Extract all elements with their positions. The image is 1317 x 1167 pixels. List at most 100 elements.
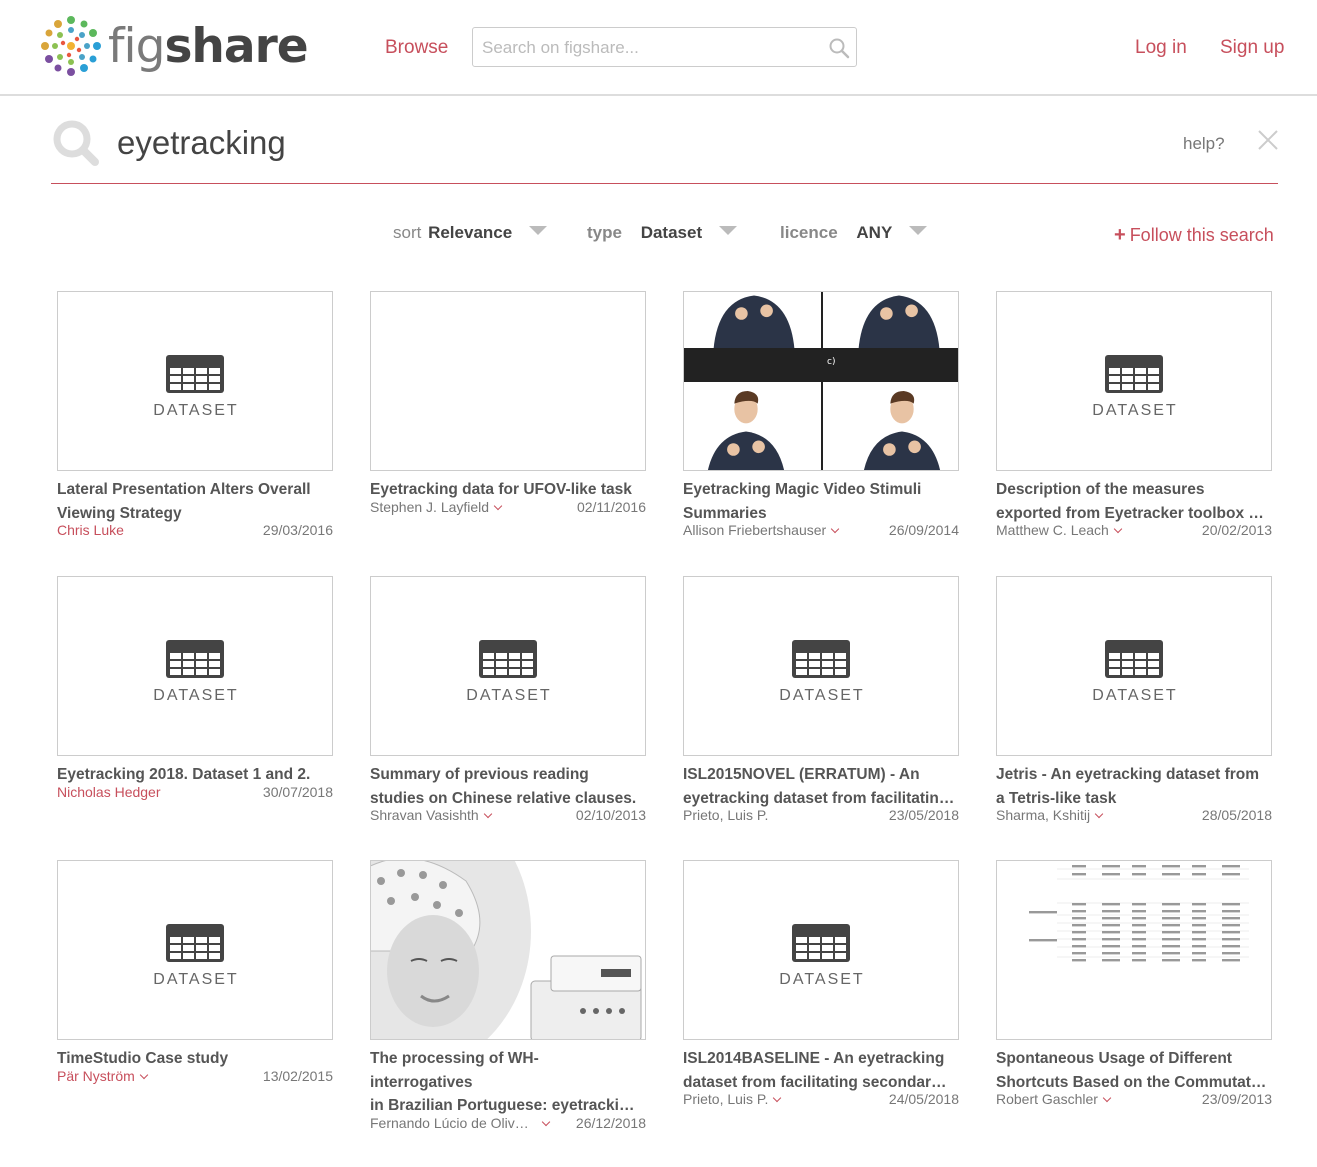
chevron-down-icon[interactable] (1094, 809, 1104, 819)
chevron-down-icon[interactable] (830, 524, 840, 534)
card-date: 13/02/2015 (262, 1067, 333, 1084)
dataset-label: DATASET (779, 971, 865, 988)
card-title[interactable]: ISL2014BASELINE - An eyetracking dataset… (683, 1047, 959, 1094)
card-meta: Robert Gaschler 23/09/2013 (996, 1091, 1272, 1109)
licence-filter-value: ANY (856, 223, 893, 242)
dropdown-caret-icon (718, 226, 737, 235)
card-title-line: The processing of WH- (370, 1050, 539, 1067)
help-link[interactable]: help? (1183, 134, 1225, 154)
results-search-bar: eyetracking help? (51, 112, 1278, 184)
search-query-text[interactable]: eyetracking (117, 124, 286, 162)
card-title[interactable]: Description of the measures exported fro… (996, 478, 1272, 525)
dropdown-caret-icon (909, 226, 928, 235)
sort-filter-label: sort (393, 223, 422, 242)
dataset-label: DATASET (1092, 687, 1178, 704)
card-title[interactable]: The processing of WH- interrogatives in … (370, 1047, 646, 1118)
licence-filter[interactable]: licence ANY (780, 223, 928, 243)
card-author[interactable]: Chris Luke (57, 522, 124, 538)
card-title[interactable]: Eyetracking Magic Video Stimuli Summarie… (683, 478, 959, 525)
chevron-down-icon[interactable] (1113, 524, 1123, 534)
card-author[interactable]: Allison Friebertshauser (683, 522, 840, 538)
chevron-down-icon[interactable] (493, 501, 503, 510)
card-author[interactable]: Sharma, Kshitij (996, 807, 1104, 823)
chevron-down-icon[interactable] (483, 809, 492, 819)
card-title[interactable]: Lateral Presentation Alters Overall View… (57, 478, 333, 525)
dataset-table-icon (1105, 640, 1163, 678)
card-author[interactable]: Robert Gaschler (996, 1091, 1112, 1107)
card-date: 23/09/2013 (1201, 1091, 1272, 1107)
card-meta: Sharma, Kshitij 28/05/2018 (996, 807, 1272, 825)
follow-search-button[interactable]: + Follow this search (1114, 224, 1274, 247)
chevron-down-icon[interactable] (139, 1070, 149, 1079)
card-thumbnail[interactable]: DATASET (57, 576, 333, 756)
card-thumbnail[interactable]: DATASET (683, 576, 959, 756)
follow-search-label: Follow this search (1129, 225, 1274, 245)
card-title-line: ISL2015NOVEL (ERRATUM) - An (683, 766, 920, 783)
chevron-down-icon[interactable] (541, 1117, 551, 1126)
card-meta: Fernando Lúcio de Oliv… 26/12/2018 (370, 1115, 646, 1133)
type-filter-value: Dataset (640, 223, 703, 242)
browse-link[interactable]: Browse (385, 37, 448, 59)
card-author[interactable]: Prieto, Luis P. (683, 1091, 782, 1107)
card-title-line: Lateral Presentation Alters Overall (57, 481, 311, 498)
card-meta: Matthew C. Leach 20/02/2013 (996, 522, 1272, 540)
top-header: figshare Browse Log in Sign up (0, 0, 1317, 96)
card-thumbnail[interactable]: c) (683, 291, 959, 471)
card-author[interactable]: Nicholas Hedger (57, 784, 161, 800)
close-icon[interactable] (1256, 128, 1280, 152)
signup-link[interactable]: Sign up (1220, 37, 1284, 59)
header-search-box[interactable] (472, 27, 857, 67)
card-title-line: Spontaneous Usage of Different (996, 1050, 1232, 1067)
card-title-line: ISL2014BASELINE - An eyetracking (683, 1050, 945, 1067)
card-title[interactable]: Summary of previous reading studies on C… (370, 763, 646, 810)
card-title-line: Summary of previous reading (370, 766, 589, 783)
card-thumbnail[interactable]: DATASET (370, 576, 646, 756)
card-date: 26/09/2014 (888, 522, 959, 538)
header-search-input[interactable] (482, 36, 812, 60)
card-author[interactable]: Pär Nyström (57, 1068, 149, 1084)
type-filter-label: type (587, 223, 622, 242)
card-author[interactable]: Stephen J. Layfield (370, 499, 503, 515)
search-icon[interactable] (828, 37, 850, 59)
card-thumbnail[interactable] (996, 860, 1272, 1040)
chevron-down-icon[interactable] (773, 1093, 782, 1103)
magic-video-stills-image: c) (684, 292, 958, 470)
card-date: 24/05/2018 (888, 1091, 959, 1107)
card-title[interactable]: Spontaneous Usage of Different Shortcuts… (996, 1047, 1272, 1094)
dataset-table-icon (792, 640, 850, 678)
card-date: 26/12/2018 (575, 1114, 646, 1131)
card-author[interactable]: Prieto, Luis P. (683, 807, 768, 823)
card-author[interactable]: Matthew C. Leach (996, 522, 1123, 538)
card-thumbnail[interactable] (370, 860, 646, 1040)
card-title-line: Description of the measures (996, 481, 1205, 498)
figshare-logo[interactable]: figshare (38, 13, 309, 81)
dataset-label: DATASET (1092, 402, 1178, 419)
card-thumbnail[interactable] (370, 291, 646, 471)
card-thumbnail[interactable]: DATASET (57, 860, 333, 1040)
dataset-label: DATASET (153, 402, 239, 419)
chevron-down-icon[interactable] (1102, 1093, 1112, 1103)
card-title-line: Jetris - An eyetracking dataset from (996, 766, 1260, 783)
card-thumbnail[interactable]: DATASET (996, 576, 1272, 756)
card-thumbnail[interactable]: DATASET (996, 291, 1272, 471)
eeg-cap-photo-image (371, 861, 645, 1039)
card-thumbnail[interactable]: DATASET (57, 291, 333, 471)
dataset-table-icon (479, 640, 537, 678)
dataset-label: DATASET (153, 687, 239, 704)
card-meta: Prieto, Luis P. 23/05/2018 (683, 807, 959, 825)
logo-wordmark: figshare (108, 19, 309, 74)
card-author[interactable]: Fernando Lúcio de Oliv… (370, 1115, 551, 1131)
type-filter[interactable]: type Dataset (587, 223, 737, 243)
card-author[interactable]: Shravan Vasishth (370, 807, 492, 823)
sort-filter[interactable]: sort Relevance (393, 223, 547, 243)
results-table-preview-image (997, 861, 1271, 1039)
login-link[interactable]: Log in (1135, 37, 1187, 59)
card-thumbnail[interactable]: DATASET (683, 860, 959, 1040)
card-title[interactable]: Jetris - An eyetracking dataset from a T… (996, 763, 1272, 810)
card-title-line: interrogatives (370, 1073, 473, 1091)
dataset-table-icon (792, 924, 850, 962)
dropdown-caret-icon (528, 226, 547, 235)
dataset-label: DATASET (779, 687, 865, 704)
card-title[interactable]: ISL2015NOVEL (ERRATUM) - An eyetracking … (683, 763, 959, 810)
card-date: 29/03/2016 (262, 522, 333, 538)
